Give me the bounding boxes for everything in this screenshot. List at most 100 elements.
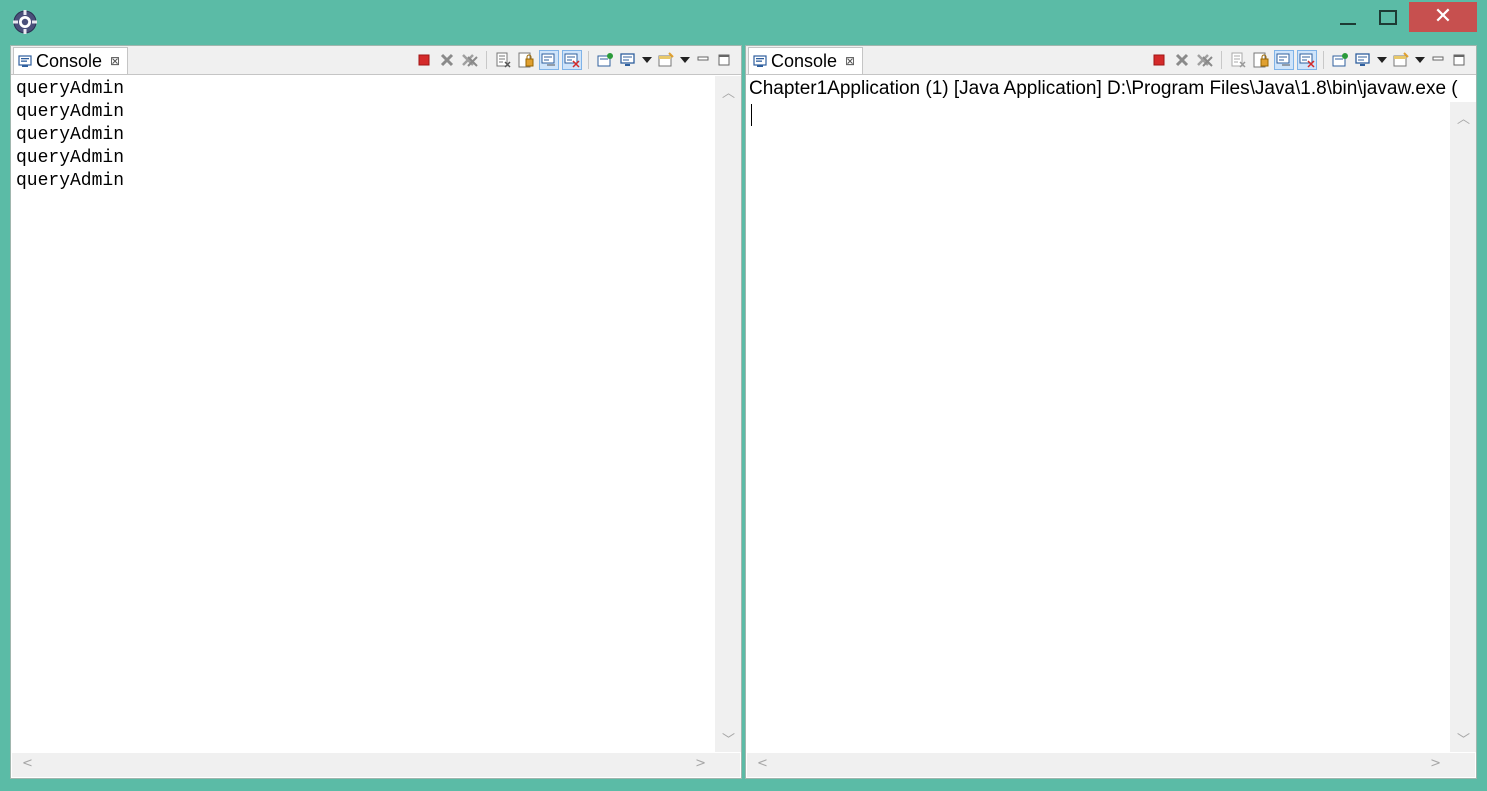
scroll-left-icon[interactable]: <	[22, 756, 33, 771]
open-console-button[interactable]	[1391, 50, 1411, 70]
pin-console-icon	[597, 53, 613, 67]
scroll-right-icon[interactable]: >	[695, 756, 706, 771]
toolbar-separator	[486, 51, 487, 69]
process-label: Chapter1Application (1) [Java Applicatio…	[749, 78, 1458, 99]
open-console-dropdown[interactable]	[1414, 50, 1426, 70]
open-console-dropdown[interactable]	[679, 50, 691, 70]
terminate-button[interactable]	[1149, 50, 1169, 70]
console-toolbar	[411, 49, 733, 71]
display-console-icon	[1355, 53, 1370, 66]
maximize-view-icon	[1453, 54, 1465, 66]
view-tab-bar: Console ⊠	[746, 46, 1476, 75]
remove-all-terminated-button[interactable]	[460, 50, 480, 70]
scroll-lock-button[interactable]	[1251, 50, 1271, 70]
scroll-left-icon[interactable]: <	[757, 756, 768, 771]
tab-close-icon[interactable]: ⊠	[845, 54, 855, 68]
maximize-view-button[interactable]	[715, 50, 733, 70]
close-button[interactable]: ✕	[1409, 2, 1477, 32]
display-console-button[interactable]	[1353, 50, 1373, 70]
scroll-lock-icon	[1253, 52, 1269, 68]
word-wrap-button[interactable]	[1274, 50, 1294, 70]
chevron-down-icon	[642, 57, 652, 63]
scroll-right-icon[interactable]: >	[1430, 756, 1441, 771]
console-line: queryAdmin	[16, 125, 125, 145]
scroll-down-icon[interactable]: ﹀	[1457, 729, 1470, 748]
console-line: queryAdmin	[16, 148, 125, 168]
minimize-view-icon	[697, 56, 709, 61]
maximize-view-button[interactable]	[1450, 50, 1468, 70]
toolbar-separator	[1221, 51, 1222, 69]
word-wrap-icon	[541, 53, 555, 66]
tab-close-icon[interactable]: ⊠	[110, 54, 120, 68]
show-on-stdout-button[interactable]	[562, 50, 582, 70]
eclipse-gear-icon[interactable]	[12, 9, 38, 35]
pin-console-icon	[1332, 53, 1348, 67]
display-console-icon	[620, 53, 635, 66]
open-console-icon	[658, 52, 674, 67]
maximize-view-icon	[718, 54, 730, 66]
horizontal-scrollbar[interactable]: < >	[747, 753, 1475, 777]
minimize-view-button[interactable]	[694, 50, 712, 70]
console-toolbar	[1146, 49, 1468, 71]
horizontal-scrollbar[interactable]: < >	[12, 753, 740, 777]
terminate-icon	[1153, 54, 1165, 66]
text-caret	[751, 104, 752, 126]
scroll-up-icon[interactable]: ︿	[1457, 108, 1470, 127]
vertical-scrollbar[interactable]: ︿ ﹀	[1450, 102, 1476, 752]
console-line: queryAdmin	[16, 171, 125, 191]
clear-console-button[interactable]	[493, 50, 513, 70]
maximize-button[interactable]	[1370, 2, 1406, 32]
clear-console-button[interactable]	[1228, 50, 1248, 70]
chevron-down-icon	[1377, 57, 1387, 63]
minimize-view-button[interactable]	[1429, 50, 1447, 70]
close-icon: ✕	[1433, 4, 1453, 29]
remove-launch-icon	[440, 53, 454, 67]
remove-all-terminated-icon	[1197, 54, 1213, 67]
open-console-button[interactable]	[656, 50, 676, 70]
console-icon	[753, 55, 767, 67]
remove-launch-icon	[1175, 53, 1189, 67]
remove-launch-button[interactable]	[1172, 50, 1192, 70]
scroll-up-icon[interactable]: ︿	[722, 82, 735, 101]
scroll-lock-button[interactable]	[516, 50, 536, 70]
console-icon	[18, 55, 32, 67]
tab-label: Console	[36, 50, 103, 71]
show-on-stdout-icon	[1299, 53, 1315, 68]
terminate-button[interactable]	[414, 50, 434, 70]
chevron-down-icon	[680, 57, 690, 63]
right-console-view: Console ⊠ Chapter1Application (1) [Java …	[745, 45, 1477, 779]
left-console-view: Console ⊠ queryAdmin queryAdmin queryAdm…	[10, 45, 742, 779]
minimize-icon	[1340, 23, 1356, 25]
clear-console-icon	[496, 52, 511, 68]
tab-console[interactable]: Console ⊠	[748, 47, 863, 74]
clear-console-icon	[1231, 52, 1246, 68]
display-console-dropdown[interactable]	[1376, 50, 1388, 70]
display-console-button[interactable]	[618, 50, 638, 70]
vertical-scrollbar[interactable]: ︿ ﹀	[715, 76, 741, 752]
show-on-stdout-icon	[564, 53, 580, 68]
toolbar-separator	[1323, 51, 1324, 69]
pin-console-button[interactable]	[595, 50, 615, 70]
view-tab-bar: Console ⊠	[11, 46, 741, 75]
console-line: queryAdmin	[16, 79, 125, 99]
tab-console[interactable]: Console ⊠	[13, 47, 128, 74]
show-on-stdout-button[interactable]	[1297, 50, 1317, 70]
console-output[interactable]: queryAdmin queryAdmin queryAdmin queryAd…	[16, 78, 124, 193]
chevron-down-icon	[1415, 57, 1425, 63]
remove-all-terminated-icon	[462, 54, 478, 67]
console-line: queryAdmin	[16, 102, 125, 122]
remove-all-terminated-button[interactable]	[1195, 50, 1215, 70]
word-wrap-icon	[1276, 53, 1290, 66]
pin-console-button[interactable]	[1330, 50, 1350, 70]
word-wrap-button[interactable]	[539, 50, 559, 70]
display-console-dropdown[interactable]	[641, 50, 653, 70]
tab-label: Console	[771, 50, 838, 71]
toolbar-separator	[588, 51, 589, 69]
scroll-down-icon[interactable]: ﹀	[722, 729, 735, 748]
maximize-icon	[1379, 9, 1397, 25]
minimize-button[interactable]	[1330, 2, 1366, 32]
terminate-icon	[418, 54, 430, 66]
minimize-view-icon	[1432, 56, 1444, 61]
remove-launch-button[interactable]	[437, 50, 457, 70]
scroll-lock-icon	[518, 52, 534, 68]
